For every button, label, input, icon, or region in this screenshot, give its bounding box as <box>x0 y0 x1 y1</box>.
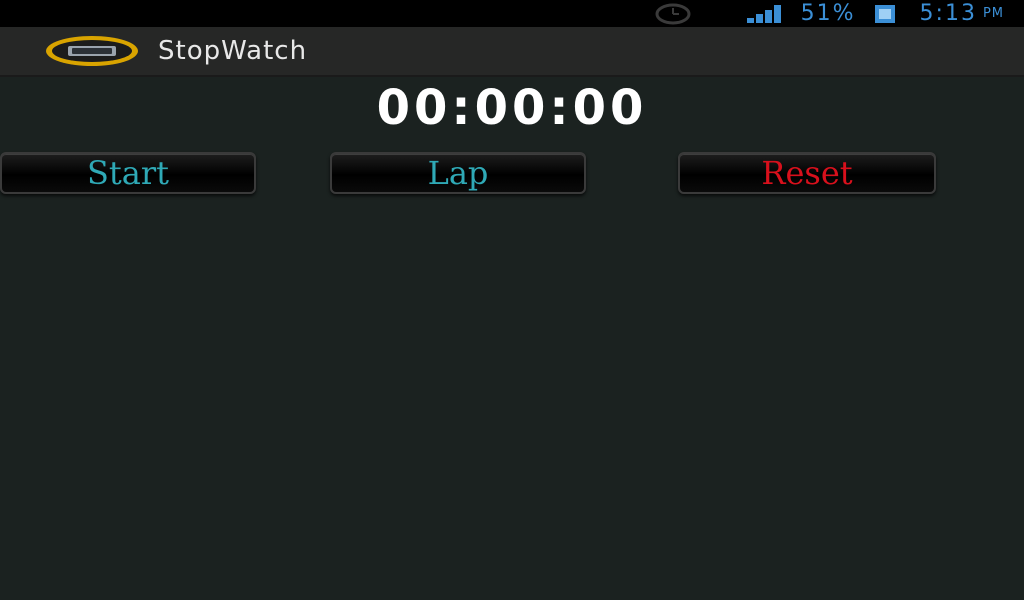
lap-button[interactable]: Lap <box>330 152 586 194</box>
stopwatch-app-icon <box>44 34 140 68</box>
battery-icon <box>870 4 900 24</box>
battery-percent: 51% <box>800 1 856 26</box>
alarm-icon <box>649 3 697 25</box>
app-title: StopWatch <box>158 36 308 66</box>
timer-display: 00:00:00 <box>376 80 648 136</box>
signal-icon <box>746 4 783 23</box>
clock-time: 5:13 <box>919 1 977 26</box>
clock-ampm: PM <box>982 6 1004 21</box>
status-bar: 51% 5:13 PM <box>0 0 1024 27</box>
start-button[interactable]: Start <box>0 152 256 194</box>
reset-button[interactable]: Reset <box>678 152 936 194</box>
action-bar: StopWatch <box>0 27 1024 77</box>
